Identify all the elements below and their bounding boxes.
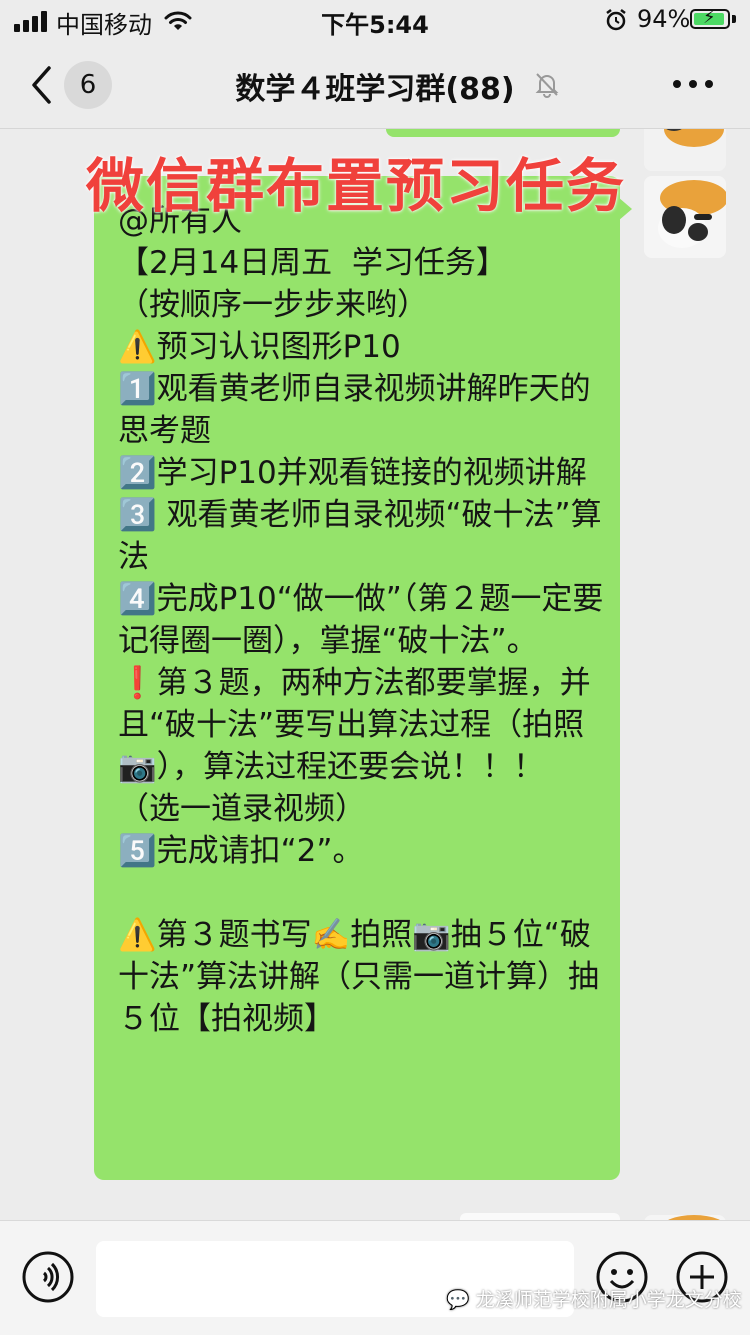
sender-avatar[interactable] [644,176,726,258]
input-bar [0,1220,750,1335]
sender-avatar-previous[interactable] [644,129,726,171]
ellipsis-icon[interactable] [673,80,717,90]
chat-messages[interactable]: @所有人 【2月14日周五 学习任务】 （按顺序一步步来哟） ⚠️预习认识图形P… [0,129,750,1220]
battery-percent: 94% [637,5,691,33]
previous-message-bubble[interactable] [386,129,620,137]
chat-title: 数学４班学习群(88) [235,72,515,107]
next-message-bubble[interactable] [460,1213,620,1220]
watermark-text: 龙溪师范学校附属小学龙文分校 [475,1289,742,1311]
overlay-caption: 微信群布置预习任务 [86,152,627,220]
alarm-icon [606,9,626,31]
status-bar: 中国移动 下午5:44 94% ⚡ [0,0,750,40]
message-text[interactable]: @所有人 【2月14日周五 学习任务】 （按顺序一步步来哟） ⚠️预习认识图形P… [118,200,610,1040]
charging-bolt-icon: ⚡ [703,7,716,28]
bell-slash-icon [535,73,559,98]
voice-icon[interactable] [22,1251,74,1303]
message-bubble[interactable]: @所有人 【2月14日周五 学习任务】 （按顺序一步步来哟） ⚠️预习认识图形P… [94,176,620,1180]
chat-header: 6 数学４班学习群(88) [0,40,750,129]
wechat-icon: 💬 [446,1289,470,1311]
watermark: 💬 龙溪师范学校附属小学龙文分校 [446,1285,742,1312]
battery-tip [732,15,736,23]
